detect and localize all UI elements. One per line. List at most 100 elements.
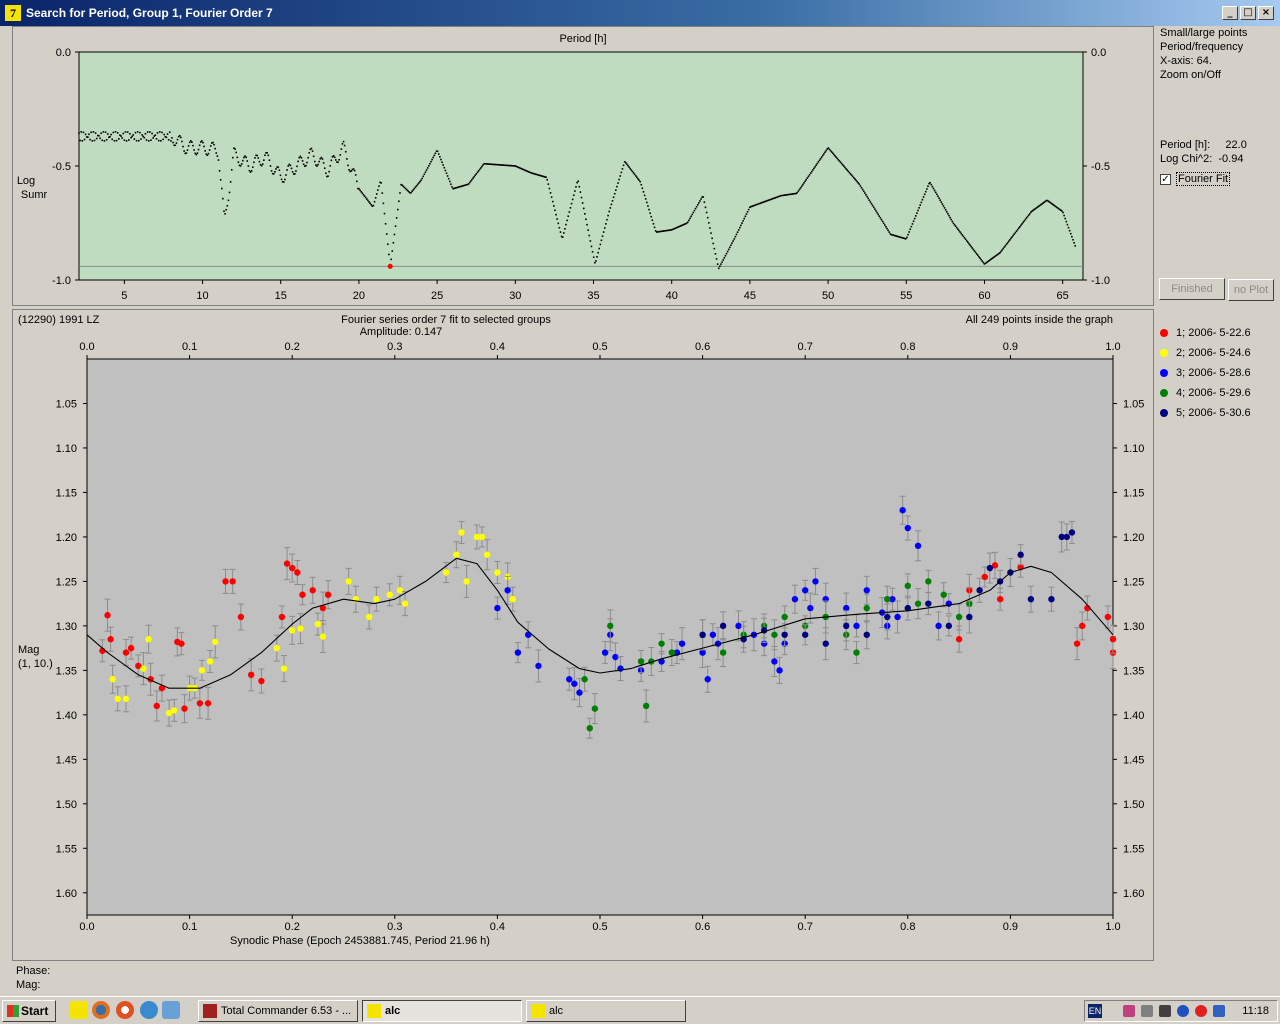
legend-item: 3; 2006- 5-28.6 [1160, 363, 1251, 383]
x-tick-label: 0.2 [285, 921, 300, 933]
x-tick-label: 0.5 [592, 341, 607, 353]
period-value: 22.0 [1225, 139, 1247, 151]
data-point [122, 649, 130, 656]
data-point [678, 640, 686, 647]
data-point [494, 569, 501, 576]
data-point [297, 625, 304, 632]
period-label: Period [h]: [1160, 139, 1211, 151]
data-point [637, 658, 645, 665]
data-point [904, 524, 911, 532]
data-point [1063, 533, 1071, 541]
data-point [1017, 551, 1024, 558]
tray-icon[interactable] [1213, 1005, 1225, 1017]
task-alc-active[interactable]: alc [362, 1000, 522, 1022]
data-point [802, 587, 809, 594]
data-point [884, 595, 891, 603]
x-tick-label: 0.1 [182, 921, 197, 933]
data-point [981, 573, 988, 581]
quicklaunch-app-icon[interactable] [70, 1001, 88, 1019]
data-point [442, 569, 450, 576]
data-point [206, 658, 214, 665]
y-tick-label: 1.50 [56, 799, 77, 811]
fourier-fit-checkbox[interactable]: ✓ [1160, 173, 1171, 185]
data-point [504, 587, 511, 594]
option-zoom[interactable]: Zoom on/Off [1160, 68, 1247, 82]
data-point [204, 700, 212, 707]
data-point [122, 695, 130, 703]
phase-status: Phase: [16, 965, 51, 977]
data-point [904, 582, 911, 590]
points-info: All 249 points inside the graph [965, 314, 1113, 326]
data-point [109, 676, 116, 683]
data-point [483, 551, 491, 558]
finished-button[interactable]: Finished [1159, 278, 1225, 300]
maximize-icon[interactable]: □ [1240, 6, 1256, 20]
browser-icon[interactable] [140, 1001, 158, 1019]
data-point [1048, 595, 1055, 603]
data-point [781, 631, 788, 638]
data-point [884, 613, 891, 621]
data-point [986, 564, 994, 572]
data-point [283, 560, 291, 567]
tray-icon[interactable] [1195, 1005, 1207, 1017]
start-button[interactable]: Start [2, 1000, 56, 1022]
data-point [699, 649, 706, 656]
data-point [494, 604, 501, 612]
data-point [319, 633, 327, 640]
system-tray: EN 11:18 [1084, 1000, 1278, 1022]
task-alc[interactable]: alc [526, 1000, 686, 1022]
data-point [894, 613, 901, 621]
legend-dot [1160, 369, 1168, 377]
data-point [104, 612, 111, 619]
data-point [1104, 613, 1112, 621]
y-tick-label: 1.25 [56, 576, 77, 588]
data-point [289, 627, 296, 634]
option-period-frequency[interactable]: Period/frequency [1160, 40, 1247, 54]
y-tick-label: 1.10 [56, 443, 77, 455]
legend: 1; 2006- 5-22.6 2; 2006- 5-24.6 3; 2006-… [1160, 323, 1251, 423]
tray-icon[interactable] [1123, 1005, 1135, 1017]
y-tick-label: 1.45 [1123, 754, 1144, 766]
fourier-fit-label[interactable]: Fourier Fit [1176, 172, 1231, 186]
y-tick-label: 1.55 [1123, 843, 1144, 855]
language-indicator[interactable]: EN [1088, 1004, 1102, 1018]
data-point [771, 631, 778, 638]
x-tick-label: 0.9 [1003, 921, 1018, 933]
close-icon[interactable]: × [1258, 6, 1274, 20]
legend-dot [1160, 409, 1168, 417]
data-point [386, 591, 393, 598]
data-point [514, 649, 522, 656]
data-point [1079, 622, 1086, 630]
x-tick-label: 0.0 [79, 921, 94, 933]
lightcurve-chart[interactable]: 0.0 0.0 0.1 0.1 0.2 0.2 0.3 0.3 0.4 0.4 0.5 0.5 0.6 0… [0, 0, 1160, 965]
total-commander-icon [203, 1004, 217, 1018]
mail-icon[interactable] [116, 1001, 134, 1019]
minimize-icon[interactable]: _ [1222, 6, 1238, 20]
amplitude-label: Amplitude: 0.147 [359, 326, 443, 338]
data-point [976, 587, 983, 594]
explorer-icon[interactable] [162, 1001, 180, 1019]
option-small-large[interactable]: Small/large points [1160, 26, 1247, 40]
firefox-icon[interactable] [92, 1001, 110, 1019]
data-point [843, 604, 850, 612]
data-point [535, 662, 542, 670]
y-tick-label: 1.20 [56, 532, 77, 544]
data-point [719, 622, 727, 630]
data-point [791, 595, 799, 603]
task-total-commander[interactable]: Total Commander 6.53 - ... [198, 1000, 358, 1022]
data-point [373, 595, 380, 603]
y-tick-label: 1.45 [56, 754, 77, 766]
no-plot-button[interactable]: no Plot [1228, 279, 1274, 301]
tray-icon[interactable] [1141, 1005, 1153, 1017]
data-point [863, 631, 870, 638]
x-tick-label: 0.6 [695, 921, 710, 933]
option-x-axis[interactable]: X-axis: 64. [1160, 54, 1247, 68]
data-point [642, 702, 650, 710]
x-tick-label: 0.8 [900, 341, 915, 353]
data-point [607, 622, 614, 630]
x-tick-label: 0.7 [798, 341, 813, 353]
tray-icon[interactable] [1177, 1005, 1189, 1017]
tray-icon[interactable] [1159, 1005, 1171, 1017]
x-tick-label: 0.7 [798, 921, 813, 933]
y-tick-label: 1.20 [1123, 532, 1144, 544]
